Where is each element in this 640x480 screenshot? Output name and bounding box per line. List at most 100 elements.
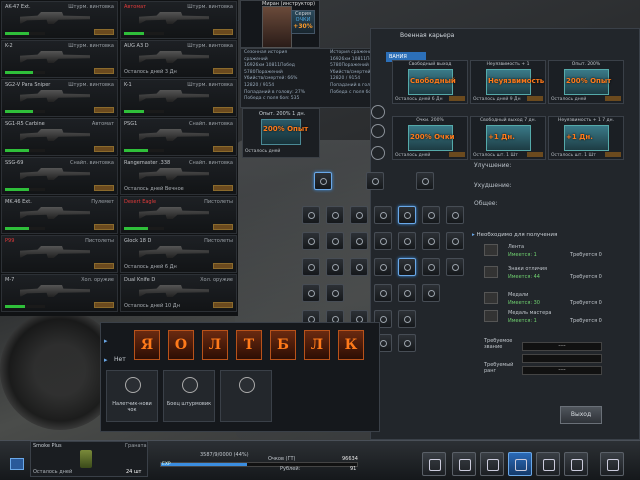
expand-arrow-icon[interactable]: ▸ xyxy=(104,337,108,345)
booster-card[interactable]: Свободный выход 7 дн. +1 Дн. Осталось шт. … xyxy=(470,116,546,160)
rank-node[interactable] xyxy=(398,284,416,302)
use-tag[interactable] xyxy=(527,96,543,101)
rank-node[interactable] xyxy=(422,284,440,302)
rank-node[interactable] xyxy=(350,232,368,250)
nav-rank-icon[interactable] xyxy=(422,452,446,476)
booster-card[interactable]: Опыт. 200% 200% Опыт Осталось дней xyxy=(548,60,624,104)
repair-tag[interactable] xyxy=(213,68,233,74)
repair-tag[interactable] xyxy=(94,185,114,191)
title-letter[interactable]: О xyxy=(168,330,194,360)
use-tag[interactable] xyxy=(449,96,465,101)
rank-node[interactable] xyxy=(302,284,320,302)
rank-node[interactable] xyxy=(398,232,416,250)
title-letter[interactable]: Л xyxy=(304,330,330,360)
weapon-slot[interactable]: AK-47 Ext. Штурм. винтовка xyxy=(1,1,118,39)
rank-node[interactable] xyxy=(446,232,464,250)
rank-node[interactable] xyxy=(374,284,392,302)
booster-card[interactable]: Свободный выход Свободный Осталось дней 6 … xyxy=(392,60,468,104)
weapon-slot[interactable]: MK.46 Ext. Пулемет xyxy=(1,196,118,234)
rank-node[interactable] xyxy=(374,232,392,250)
repair-tag[interactable] xyxy=(94,224,114,230)
repair-tag[interactable] xyxy=(94,29,114,35)
booster-card[interactable]: Очки. 200% 200% Очки Осталось дней xyxy=(392,116,468,160)
rank-node[interactable] xyxy=(350,206,368,224)
nav-community-icon[interactable] xyxy=(536,452,560,476)
weapon-slot[interactable]: SG1-R5 Carbine Автомат xyxy=(1,118,118,156)
chevron-down-icon[interactable] xyxy=(371,146,385,160)
title-letter[interactable]: Л xyxy=(202,330,228,360)
rank-node[interactable] xyxy=(302,206,320,224)
repair-tag[interactable] xyxy=(94,68,114,74)
rank-node[interactable] xyxy=(374,206,392,224)
booster-card[interactable]: Неуязвимость + 1 Неуязвимость Осталось дне… xyxy=(470,60,546,104)
use-tag[interactable] xyxy=(449,152,465,157)
repair-tag[interactable] xyxy=(213,263,233,269)
rank-node[interactable] xyxy=(416,172,434,190)
use-tag[interactable] xyxy=(605,152,621,157)
rank-node[interactable] xyxy=(446,258,464,276)
weapon-slot[interactable]: Desert Eagle Пистолеты xyxy=(120,196,237,234)
weapon-slot[interactable]: Автомат Штурм. винтовка xyxy=(120,1,237,39)
title-letter[interactable]: К xyxy=(338,330,364,360)
repair-tag[interactable] xyxy=(213,224,233,230)
repair-tag[interactable] xyxy=(94,302,114,308)
repair-tag[interactable] xyxy=(213,302,233,308)
repair-tag[interactable] xyxy=(94,107,114,113)
rank-node[interactable] xyxy=(398,310,416,328)
use-tag[interactable] xyxy=(527,152,543,157)
exit-button[interactable]: Выход xyxy=(560,406,602,424)
weapon-slot[interactable]: K-1 Штурм. винтовка xyxy=(120,79,237,117)
rank-node[interactable] xyxy=(314,172,332,190)
repair-tag[interactable] xyxy=(94,146,114,152)
nav-settings-icon[interactable] xyxy=(564,452,588,476)
weapon-slot[interactable]: AUG A3 D Штурм. винтовка Осталось дней 3 Д… xyxy=(120,40,237,78)
rank-node[interactable] xyxy=(326,258,344,276)
weapon-slot[interactable]: SSG-69 Снайп. винтовка xyxy=(1,157,118,195)
rank-node[interactable] xyxy=(366,172,384,190)
title-badge[interactable]: Налетчик-нови чок xyxy=(106,370,158,422)
title-badge[interactable] xyxy=(220,370,272,422)
expand-arrow-icon[interactable]: ▸ xyxy=(104,356,108,364)
weapon-slot[interactable]: P99 Пистолеты xyxy=(1,235,118,273)
avatar[interactable] xyxy=(262,6,292,48)
repair-tag[interactable] xyxy=(213,185,233,191)
rank-node[interactable] xyxy=(422,206,440,224)
rank-node[interactable] xyxy=(398,206,416,224)
back-button[interactable] xyxy=(10,458,24,470)
rank-icon[interactable] xyxy=(371,124,385,138)
rank-node[interactable] xyxy=(326,284,344,302)
nav-exit-icon[interactable] xyxy=(600,452,624,476)
small-booster-card[interactable]: Опыт. 200% 1 дн. 200% Опыт Осталось дней xyxy=(242,108,320,158)
nav-shop-icon[interactable] xyxy=(480,452,504,476)
weapon-slot[interactable]: SG2-V Para Sniper Штурм. винтовка xyxy=(1,79,118,117)
rank-node[interactable] xyxy=(350,258,368,276)
weapon-slot[interactable]: M-7 Хол. оружие xyxy=(1,274,118,312)
repair-tag[interactable] xyxy=(213,146,233,152)
rank-node[interactable] xyxy=(302,232,320,250)
use-tag[interactable] xyxy=(605,96,621,101)
rank-node[interactable] xyxy=(326,232,344,250)
rank-node[interactable] xyxy=(326,206,344,224)
weapon-slot[interactable]: Rangemaster .338 Снайп. винтовка Осталось … xyxy=(120,157,237,195)
repair-tag[interactable] xyxy=(94,263,114,269)
title-letter[interactable]: Я xyxy=(134,330,160,360)
nav-notes-icon[interactable] xyxy=(452,452,476,476)
title-letter[interactable]: Б xyxy=(270,330,296,360)
rank-node[interactable] xyxy=(422,258,440,276)
repair-tag[interactable] xyxy=(213,29,233,35)
rank-node[interactable] xyxy=(302,258,320,276)
shield-icon[interactable] xyxy=(371,105,385,119)
nav-cart-icon[interactable] xyxy=(508,452,532,476)
weapon-slot[interactable]: PSG1 Снайп. винтовка xyxy=(120,118,237,156)
weapon-slot[interactable]: Dual Knife D Хол. оружие Осталось дней 10 … xyxy=(120,274,237,312)
repair-tag[interactable] xyxy=(213,107,233,113)
rank-node[interactable] xyxy=(374,258,392,276)
rank-node[interactable] xyxy=(446,206,464,224)
rank-node[interactable] xyxy=(422,232,440,250)
rank-node[interactable] xyxy=(398,258,416,276)
rank-node[interactable] xyxy=(398,334,416,352)
booster-card[interactable]: Неуязвимость + 1 7 дн. +1 Дн. Осталось шт.… xyxy=(548,116,624,160)
title-letter[interactable]: Т xyxy=(236,330,262,360)
weapon-slot[interactable]: K-2 Штурм. винтовка xyxy=(1,40,118,78)
title-badge[interactable]: Боец штурмовик xyxy=(163,370,215,422)
